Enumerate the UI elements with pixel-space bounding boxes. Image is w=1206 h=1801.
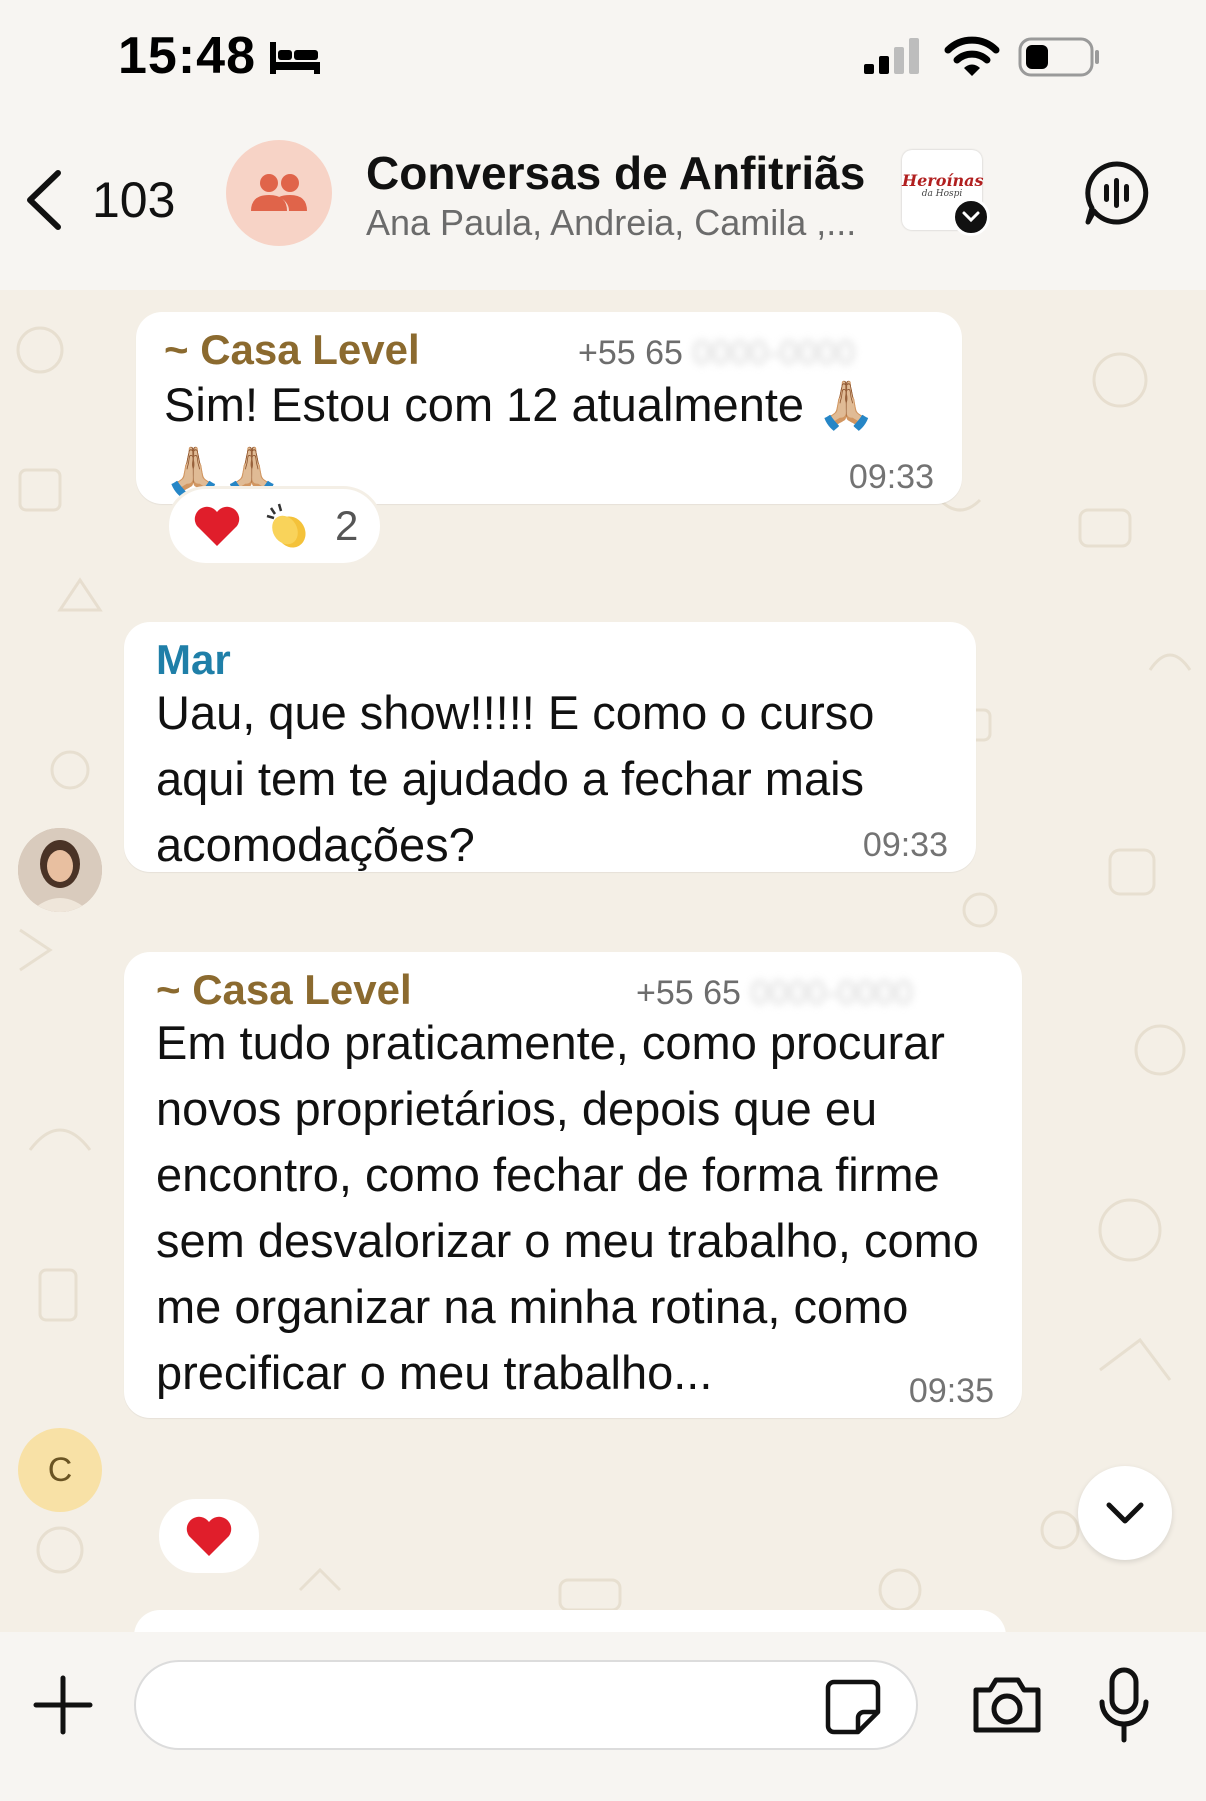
phone-hidden: 0000-0000 bbox=[692, 334, 855, 372]
message-time: 09:35 bbox=[908, 1372, 994, 1410]
group-people-icon bbox=[251, 174, 307, 211]
community-dropdown-button[interactable] bbox=[952, 198, 990, 236]
reaction-count: 2 bbox=[335, 502, 359, 549]
clapping-hands-emoji-icon bbox=[266, 503, 306, 548]
sender-phone: +55 65 0000-0000 bbox=[636, 974, 913, 1013]
group-title[interactable]: Conversas de Anfitriãs bbox=[366, 146, 865, 200]
sender-name[interactable]: Mar bbox=[156, 636, 231, 684]
message-time: 09:33 bbox=[862, 826, 948, 864]
status-time: 15:48 bbox=[118, 27, 256, 85]
message-input[interactable] bbox=[134, 1660, 918, 1750]
camera-button[interactable] bbox=[970, 1672, 1044, 1738]
avatar-photo-icon bbox=[18, 828, 102, 912]
message-bubble[interactable]: Mar Uau, que show!!!!! E como o curso aq… bbox=[124, 622, 976, 872]
phone-visible: +55 65 bbox=[636, 974, 751, 1012]
sleep-focus-icon bbox=[270, 42, 320, 74]
heart-emoji-icon bbox=[194, 506, 240, 546]
sender-name[interactable]: ~ Casa Level bbox=[164, 326, 420, 374]
message-text: Sim! Estou com 12 atualmente 🙏🏼 🙏🏼🙏🏼 bbox=[164, 378, 876, 497]
microphone-button[interactable] bbox=[1096, 1666, 1152, 1744]
status-bar: 15:48 bbox=[0, 0, 1206, 120]
reactions-pill[interactable] bbox=[156, 1496, 262, 1576]
attach-plus-button[interactable] bbox=[30, 1672, 96, 1738]
chevron-down-icon bbox=[1106, 1502, 1144, 1524]
group-avatar[interactable] bbox=[226, 140, 332, 246]
input-bar bbox=[0, 1632, 1206, 1801]
chat-header: 103 Conversas de Anfitriãs Ana Paula, An… bbox=[0, 120, 1206, 290]
message-bubble[interactable]: ~ Casa Level +55 65 0000-0000 Em tudo pr… bbox=[124, 952, 1022, 1418]
heart-emoji-icon bbox=[186, 1516, 232, 1556]
back-button[interactable]: 103 bbox=[22, 160, 192, 240]
scroll-to-bottom-button[interactable] bbox=[1078, 1466, 1172, 1560]
sender-avatar-photo[interactable] bbox=[18, 828, 102, 912]
unread-count: 103 bbox=[92, 172, 176, 228]
chevron-left-icon bbox=[27, 170, 61, 230]
chevron-down-icon bbox=[962, 211, 980, 223]
message-bubble[interactable]: ~ Casa Level +55 65 0000-0000 Sim! Estou… bbox=[136, 312, 962, 504]
sender-phone: +55 65 0000-0000 bbox=[578, 334, 855, 373]
reactions-pill[interactable]: 2 bbox=[166, 486, 384, 566]
phone-visible: +55 65 bbox=[578, 334, 693, 372]
sticker-button[interactable] bbox=[822, 1676, 884, 1738]
message-text: Em tudo praticamente, como procurar novo… bbox=[156, 1016, 979, 1399]
voice-chat-button[interactable] bbox=[1082, 158, 1152, 228]
partial-message-bubble[interactable] bbox=[134, 1610, 1006, 1632]
wifi-icon bbox=[944, 36, 1000, 76]
sender-name[interactable]: ~ Casa Level bbox=[156, 966, 412, 1014]
group-members[interactable]: Ana Paula, Andreia, Camila ,... bbox=[366, 202, 876, 244]
sender-avatar-initial[interactable]: C bbox=[18, 1428, 102, 1512]
message-time: 09:33 bbox=[848, 458, 934, 496]
logo-text: Heroínas bbox=[902, 171, 984, 190]
cellular-signal-icon bbox=[864, 38, 919, 74]
chat-area[interactable]: ~ Casa Level +55 65 0000-0000 Sim! Estou… bbox=[0, 290, 1206, 1632]
battery-icon bbox=[1018, 37, 1099, 77]
phone-hidden: 0000-0000 bbox=[750, 974, 913, 1012]
message-text: Uau, que show!!!!! E como o curso aqui t… bbox=[156, 686, 875, 871]
